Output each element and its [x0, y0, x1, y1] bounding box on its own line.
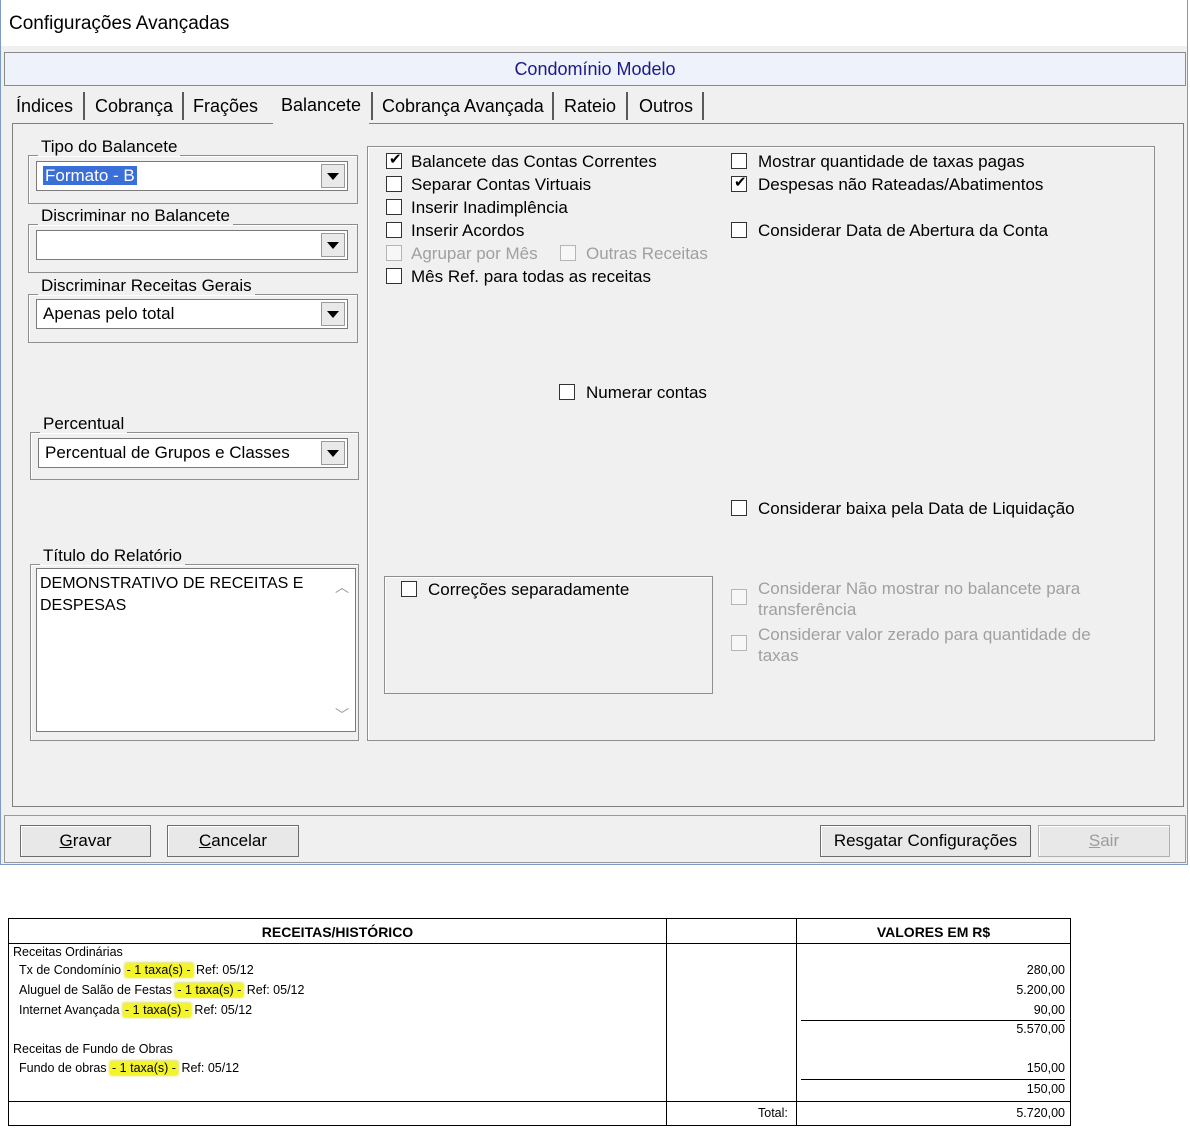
tab-cobranca[interactable]: Cobrança: [95, 93, 173, 119]
tab-balancete[interactable]: Balancete: [273, 92, 370, 124]
considerar-baixa-label: Considerar baixa pela Data de Liquidação: [758, 499, 1075, 518]
column-header-receitas: RECEITAS/HISTÓRICO: [261, 924, 414, 940]
nao-mostrar-transferencia-checkbox: [731, 589, 747, 605]
numerar-contas-checkbox[interactable]: [559, 384, 575, 400]
tab-separator: [83, 92, 85, 120]
report-value: 90,00: [1033, 1003, 1065, 1017]
considerar-baixa-checkbox[interactable]: [731, 500, 747, 516]
percentual-select[interactable]: Percentual de Grupos e Classes: [38, 438, 348, 468]
tab-separator: [552, 92, 554, 120]
report-group-name: Receitas Ordinárias: [13, 945, 123, 959]
receitas-gerais-value: Apenas pelo total: [43, 304, 175, 323]
report-subtotal: 5.570,00: [1016, 1022, 1065, 1036]
window-title: Configurações Avançadas: [9, 13, 230, 34]
balancete-contas-checkbox[interactable]: ✔: [386, 151, 402, 169]
valor-zerado-label-1: Considerar valor zerado para quantidade …: [758, 625, 1091, 644]
sair-button[interactable]: Sair: [1038, 825, 1170, 857]
despesas-nao-rateadas-checkbox[interactable]: ✔: [731, 174, 747, 192]
agrupar-mes-label: Agrupar por Mês: [411, 244, 538, 263]
tab-separator: [182, 92, 184, 120]
report-total-label: Total:: [758, 1106, 788, 1120]
group-tipo-label: Tipo do Balancete: [38, 138, 181, 156]
report-row: Fundo de obras - 1 taxa(s) - Ref: 05/12: [19, 1061, 240, 1075]
chevron-down-icon[interactable]: [321, 164, 345, 188]
chevron-down-icon[interactable]: [321, 441, 345, 465]
mostrar-qtd-label: Mostrar quantidade de taxas pagas: [758, 152, 1025, 171]
resgatar-configuracoes-button[interactable]: Resgatar Configurações: [820, 825, 1031, 857]
correcoes-label: Correções separadamente: [428, 580, 630, 599]
report-value: 150,00: [1026, 1061, 1065, 1075]
tab-fracoes[interactable]: Frações: [193, 93, 258, 119]
scroll-up-icon[interactable]: ︿: [335, 577, 349, 597]
tipo-balancete-value: Formato - B: [43, 166, 137, 185]
valor-zerado-label-2: taxas: [758, 646, 799, 665]
column-divider: [796, 919, 797, 1125]
cancelar-button[interactable]: Cancelar: [167, 825, 299, 857]
group-percentual-label: Percentual: [40, 415, 128, 433]
balancete-contas-label: Balancete das Contas Correntes: [411, 152, 657, 171]
report-value: 280,00: [1026, 963, 1065, 977]
report-row: Tx de Condomínio - 1 taxa(s) - Ref: 05/1…: [19, 963, 254, 977]
group-receitas-label: Discriminar Receitas Gerais: [38, 277, 255, 295]
column-header-valores: VALORES EM R$: [876, 924, 991, 940]
condominium-header: Condomínio Modelo: [4, 52, 1186, 86]
group-titulo-label: Título do Relatório: [40, 547, 185, 565]
header-divider: [9, 943, 1070, 944]
discriminar-select[interactable]: [36, 230, 348, 260]
tipo-balancete-select[interactable]: Formato - B: [36, 161, 348, 191]
inserir-acordos-checkbox[interactable]: [386, 222, 402, 238]
inserir-acordos-label: Inserir Acordos: [411, 221, 525, 240]
scroll-down-icon[interactable]: ﹀: [335, 705, 349, 725]
valor-zerado-checkbox: [731, 635, 747, 651]
tab-indices[interactable]: Índices: [16, 93, 73, 119]
agrupar-mes-checkbox: [386, 245, 402, 261]
numerar-contas-label: Numerar contas: [586, 383, 707, 402]
report-preview: RECEITAS/HISTÓRICO VALORES EM R$ Receita…: [8, 918, 1071, 1126]
tab-separator: [371, 92, 373, 120]
tab-rateio[interactable]: Rateio: [564, 93, 616, 119]
report-total-value: 5.720,00: [1016, 1106, 1065, 1120]
group-discriminar-label: Discriminar no Balancete: [38, 207, 233, 225]
check-icon: ✔: [734, 174, 747, 191]
nao-mostrar-transferencia-label-2: transferência: [758, 600, 857, 619]
tab-cobranca-avancada[interactable]: Cobrança Avançada: [382, 93, 544, 119]
outras-receitas-checkbox: [560, 245, 576, 261]
mes-ref-checkbox[interactable]: [386, 268, 402, 284]
percentual-value: Percentual de Grupos e Classes: [45, 443, 290, 462]
report-group-name: Receitas de Fundo de Obras: [13, 1042, 173, 1056]
gravar-button[interactable]: Gravar: [20, 825, 151, 857]
separar-contas-label: Separar Contas Virtuais: [411, 175, 592, 194]
subtotal-rule: [801, 1079, 1065, 1080]
tab-separator: [702, 92, 704, 120]
tab-separator: [626, 92, 628, 120]
title-bar: Configurações Avançadas: [1, 0, 1187, 46]
report-row: Aluguel de Salão de Festas - 1 taxa(s) -…: [19, 983, 305, 997]
mostrar-qtd-checkbox[interactable]: [731, 153, 747, 169]
receitas-gerais-select[interactable]: Apenas pelo total: [36, 299, 348, 329]
outras-receitas-label: Outras Receitas: [586, 244, 708, 263]
separar-contas-checkbox[interactable]: [386, 176, 402, 192]
report-subtotal: 150,00: [1026, 1082, 1065, 1096]
despesas-nao-rateadas-label: Despesas não Rateadas/Abatimentos: [758, 175, 1044, 194]
titulo-relatorio-text: DEMONSTRATIVO DE RECEITAS E DESPESAS: [40, 575, 304, 614]
inserir-inadimplencia-checkbox[interactable]: [386, 199, 402, 215]
nao-mostrar-transferencia-label-1: Considerar Não mostrar no balancete para: [758, 579, 1081, 598]
correcoes-checkbox[interactable]: [401, 581, 417, 597]
considerar-data-abertura-checkbox[interactable]: [731, 222, 747, 238]
chevron-down-icon[interactable]: [321, 233, 345, 257]
settings-window: Configurações Avançadas Condomínio Model…: [0, 0, 1188, 865]
column-divider: [666, 919, 667, 1125]
tab-outros[interactable]: Outros: [639, 93, 693, 119]
total-divider: [9, 1101, 1070, 1102]
report-value: 5.200,00: [1016, 983, 1065, 997]
chevron-down-icon[interactable]: [321, 302, 345, 326]
titulo-relatorio-textarea[interactable]: DEMONSTRATIVO DE RECEITAS E DESPESAS ︿ ﹀: [36, 568, 356, 732]
considerar-data-abertura-label: Considerar Data de Abertura da Conta: [758, 221, 1049, 240]
subtotal-rule: [801, 1020, 1065, 1021]
mes-ref-label: Mês Ref. para todas as receitas: [411, 267, 652, 286]
inserir-inadimplencia-label: Inserir Inadimplência: [411, 198, 568, 217]
report-row: Internet Avançada - 1 taxa(s) - Ref: 05/…: [19, 1003, 253, 1017]
check-icon: ✔: [389, 151, 402, 168]
